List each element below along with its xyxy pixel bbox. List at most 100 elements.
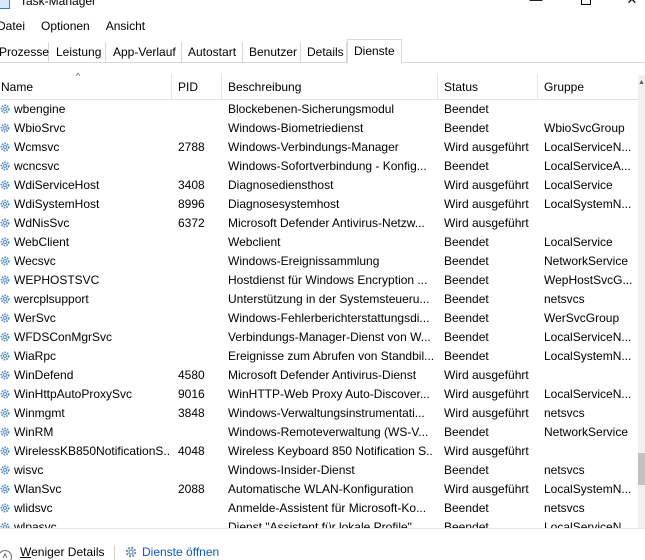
table-row[interactable]: WbioSrvc Windows-Biometriedienst Beendet Wb… (0, 119, 638, 138)
service-group: LocalServiceA... (544, 159, 631, 173)
table-row[interactable]: WdiServiceHost 3408 Diagnosediensthost Wird… (0, 176, 638, 195)
menu-datei[interactable]: Datei (0, 17, 32, 37)
service-name: WdiServiceHost (0, 176, 170, 195)
service-name: WinDefend (0, 366, 170, 385)
table-row[interactable]: wbengine Blockebenen-Sicherungsmodul Beend… (0, 100, 638, 119)
tab-prozesse[interactable]: Prozesse (0, 42, 49, 63)
service-status: Wird ausgeführt (444, 178, 529, 192)
vertical-scrollbar[interactable]: ▲ (638, 75, 645, 528)
service-pid (178, 119, 222, 138)
menu-ansicht[interactable]: Ansicht (97, 17, 152, 37)
service-group: LocalSystemN... (544, 349, 632, 363)
service-name: wbengine (0, 100, 170, 119)
table-row[interactable]: WdiSystemHost 8996 Diagnosesystemhost Wird … (0, 195, 638, 214)
service-description: Microsoft Defender Antivirus-Dienst (228, 368, 417, 382)
service-gear-icon (0, 446, 10, 456)
service-group (544, 366, 634, 385)
fewer-details-link[interactable]: ˄ Weniger Details (0, 545, 104, 560)
service-name: WirelessKB850NotificationS... (0, 442, 170, 461)
service-pid: 2788 (178, 140, 205, 154)
table-row[interactable]: wisvc Windows-Insider-Dienst Beendet netsvc… (0, 461, 638, 480)
table-row[interactable]: WebClient Webclient Beendet LocalService (0, 233, 638, 252)
service-gear-icon (0, 522, 10, 528)
table-row[interactable]: WEPHOSTSVC Hostdienst für Windows Encrypt… (0, 271, 638, 290)
service-gear-icon (0, 427, 10, 437)
tab-dienste[interactable]: Dienste (347, 39, 402, 64)
service-group: netsvcs (544, 463, 585, 477)
service-gear-icon (0, 294, 10, 304)
service-name-text: WbioSrvc (14, 121, 66, 135)
service-gear-icon (0, 389, 10, 399)
service-group (544, 442, 634, 461)
open-services-link[interactable]: Dienste öffnen (124, 545, 219, 559)
table-row[interactable]: WdNisSvc 6372 Microsoft Defender Antivirus… (0, 214, 638, 233)
service-description: Microsoft Defender Antivirus-Netzw... (228, 216, 425, 230)
service-gear-icon (0, 503, 10, 513)
service-pid: 6372 (178, 216, 205, 230)
table-row[interactable]: WinDefend 4580 Microsoft Defender Antiviru… (0, 366, 638, 385)
table-row[interactable]: WinRM Windows-Remoteverwaltung (WS-V... Be… (0, 423, 638, 442)
service-gear-icon (0, 351, 10, 361)
services-gear-icon (125, 546, 137, 558)
column-group[interactable]: Gruppe (538, 74, 638, 100)
service-name-text: WirelessKB850NotificationS... (14, 444, 170, 458)
service-description: Windows-Sofortverbindung - Konfig... (228, 159, 427, 173)
service-name: WiaRpc (0, 347, 170, 366)
column-pid[interactable]: PID (172, 74, 222, 100)
service-group: NetworkService (544, 254, 629, 268)
scrollbar-thumb[interactable] (638, 453, 645, 485)
service-pid: 4580 (178, 368, 205, 382)
menu-optionen[interactable]: Optionen (32, 17, 97, 37)
service-status: Wird ausgeführt (444, 140, 529, 154)
service-pid: 3408 (178, 178, 205, 192)
service-pid (178, 271, 222, 290)
tab-benutzer[interactable]: Benutzer (243, 42, 301, 63)
table-row[interactable]: WerSvc Windows-Fehlerberichterstattungsdi… (0, 309, 638, 328)
service-description: WinHTTP-Web Proxy Auto-Discover... (228, 387, 430, 401)
table-row[interactable]: WinHttpAutoProxySvc 9016 WinHTTP-Web Proxy… (0, 385, 638, 404)
column-name[interactable]: Name (0, 74, 172, 100)
table-row[interactable]: wcncsvc Windows-Sofortverbindung - Konfig… (0, 157, 638, 176)
footer-divider (114, 545, 115, 560)
service-gear-icon (0, 313, 10, 323)
scroll-up-icon[interactable]: ▲ (638, 79, 645, 89)
service-group (544, 214, 634, 233)
service-group: LocalService (544, 235, 613, 249)
service-pid (178, 328, 222, 347)
service-pid (178, 290, 222, 309)
service-name: wercplsupport (0, 290, 170, 309)
service-group: LocalServiceN... (544, 140, 632, 154)
service-name: WbioSrvc (0, 119, 170, 138)
table-row[interactable]: WlanSvc 2088 Automatische WLAN-Konfigurati… (0, 480, 638, 499)
table-row[interactable]: wercplsupport Unterstützung in der System… (0, 290, 638, 309)
tab-app-verlauf[interactable]: App-Verlauf (106, 42, 182, 63)
tab-autostart[interactable]: Autostart (182, 42, 243, 63)
column-description[interactable]: Beschreibung (222, 74, 438, 100)
close-button[interactable]: ✕ (612, 0, 645, 12)
service-pid: 8996 (178, 197, 205, 211)
service-description: Windows-Fehlerberichterstattungsdi... (228, 311, 430, 325)
service-status: Beendet (444, 254, 489, 268)
maximize-button[interactable] (566, 0, 606, 12)
table-row[interactable]: WirelessKB850NotificationS... 4048 Wireles… (0, 442, 638, 461)
menu-bar: Datei Optionen Ansicht (0, 17, 645, 37)
service-gear-icon (0, 180, 10, 190)
service-gear-icon (0, 161, 10, 171)
table-row[interactable]: wlpasvc Dienst "Assistent für lokale Prof… (0, 518, 638, 528)
tab-details[interactable]: Details (301, 42, 347, 63)
service-gear-icon (0, 275, 10, 285)
chevron-up-icon: ˄ (0, 550, 12, 560)
window-title: Task-Manager (20, 0, 97, 8)
table-row[interactable]: Winmgmt 3848 Windows-Verwaltungsinstrument… (0, 404, 638, 423)
table-row[interactable]: Wecsvc Windows-Ereignissammlung Beendet Net… (0, 252, 638, 271)
service-group: NetworkService (544, 425, 629, 439)
service-description: Automatische WLAN-Konfiguration (228, 482, 414, 496)
tab-leistung[interactable]: Leistung (49, 42, 106, 63)
table-row[interactable]: wlidsvc Anmelde-Assistent für Microsoft-K… (0, 499, 638, 518)
service-name: WFDSConMgrSvc (0, 328, 170, 347)
table-row[interactable]: WFDSConMgrSvc Verbindungs-Manager-Dienst … (0, 328, 638, 347)
table-row[interactable]: WiaRpc Ereignisse zum Abrufen von Standbi… (0, 347, 638, 366)
column-status[interactable]: Status (438, 74, 538, 100)
table-row[interactable]: Wcmsvc 2788 Windows-Verbindungs-Manager Wir… (0, 138, 638, 157)
minimize-button[interactable]: — (516, 0, 556, 12)
